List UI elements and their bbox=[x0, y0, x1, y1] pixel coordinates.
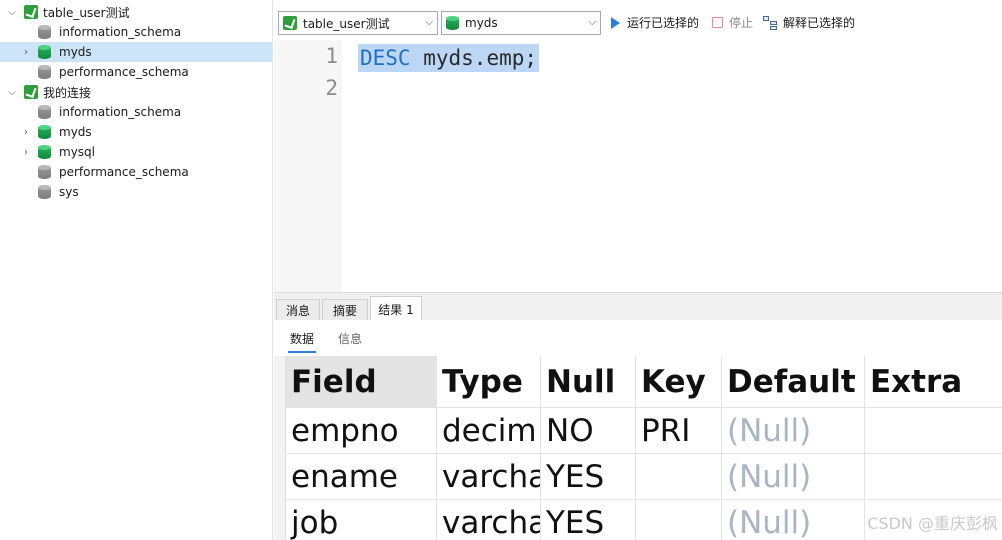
table-cell[interactable]: varcha bbox=[437, 454, 541, 500]
row-header-strip bbox=[274, 356, 286, 540]
sql-keyword: DESC bbox=[360, 46, 411, 70]
database-icon bbox=[38, 104, 51, 120]
result-sub-tabs: 数据 信息 bbox=[274, 320, 1002, 356]
database-icon bbox=[38, 24, 51, 40]
chevron-down-icon[interactable]: ⌵ bbox=[6, 86, 18, 98]
table-cell-null[interactable]: (Null) bbox=[722, 454, 865, 500]
chevron-down-icon[interactable]: ⌵ bbox=[6, 6, 18, 18]
tab-info[interactable]: 信息 bbox=[338, 330, 362, 347]
line-number: 1 bbox=[325, 44, 338, 68]
table-cell[interactable]: PRI bbox=[636, 408, 722, 454]
table-cell[interactable]: varcha bbox=[437, 500, 541, 540]
column-header-null[interactable]: Null bbox=[541, 356, 636, 408]
connection-select-value: table_user测试 bbox=[303, 16, 390, 31]
play-icon bbox=[611, 16, 620, 29]
table-cell[interactable]: NO bbox=[541, 408, 636, 454]
connection-icon bbox=[24, 85, 38, 99]
tree-connection-label: table_user测试 bbox=[43, 5, 130, 20]
explain-selected-label: 解释已选择的 bbox=[783, 16, 856, 30]
stop-label: 停止 bbox=[729, 16, 754, 30]
tree-db-sys[interactable]: sys bbox=[0, 182, 272, 202]
database-icon bbox=[38, 164, 51, 180]
table-cell[interactable]: ename bbox=[286, 454, 437, 500]
table-cell[interactable]: YES bbox=[541, 454, 636, 500]
tree-db-label: information_schema bbox=[59, 105, 182, 119]
database-icon bbox=[38, 44, 51, 60]
column-header-extra[interactable]: Extra bbox=[865, 356, 1002, 408]
table-cell-null[interactable]: (Null) bbox=[722, 500, 865, 540]
table-cell[interactable] bbox=[636, 454, 722, 500]
table-cell-null[interactable]: (Null) bbox=[722, 408, 865, 454]
tab-data[interactable]: 数据 bbox=[287, 330, 317, 353]
column-header-key[interactable]: Key bbox=[636, 356, 722, 408]
connection-tree[interactable]: ⌵ table_user测试 information_schema › myds… bbox=[0, 0, 273, 540]
sql-editor[interactable]: DESC myds.emp; bbox=[342, 40, 1002, 292]
tab-result-1[interactable]: 结果 1 bbox=[370, 296, 422, 321]
connection-icon bbox=[283, 16, 297, 30]
connection-icon bbox=[24, 5, 38, 19]
tree-db-information-schema[interactable]: information_schema bbox=[0, 22, 272, 42]
table-cell[interactable]: empno bbox=[286, 408, 437, 454]
explain-selected-button[interactable]: 解释已选择的 bbox=[763, 14, 855, 31]
chevron-right-icon[interactable]: › bbox=[20, 46, 32, 58]
tree-connection-my-connection[interactable]: ⌵ 我的连接 bbox=[0, 82, 272, 102]
stop-button[interactable]: 停止 bbox=[712, 14, 753, 31]
tree-db-label: sys bbox=[59, 185, 79, 199]
table-cell[interactable]: decim bbox=[437, 408, 541, 454]
chevron-right-icon[interactable]: › bbox=[20, 126, 32, 138]
tab-messages[interactable]: 消息 bbox=[276, 299, 320, 321]
tree-db-performance-schema[interactable]: performance_schema bbox=[0, 62, 272, 82]
tree-connection-table-user[interactable]: ⌵ table_user测试 bbox=[0, 2, 272, 22]
chevron-right-icon[interactable]: › bbox=[20, 146, 32, 158]
run-selected-label: 运行已选择的 bbox=[627, 16, 700, 30]
database-icon bbox=[38, 144, 51, 160]
query-toolbar: table_user测试 ⌵ myds ⌵ 运行已选择的 停止 解释已选择的 bbox=[274, 6, 1002, 40]
database-select[interactable]: myds ⌵ bbox=[441, 11, 601, 35]
watermark: CSDN @重庆彭枫 bbox=[867, 514, 998, 533]
tree-db-performance-schema-2[interactable]: performance_schema bbox=[0, 162, 272, 182]
tree-db-information-schema-2[interactable]: information_schema bbox=[0, 102, 272, 122]
column-header-field[interactable]: Field bbox=[286, 356, 437, 408]
connection-select[interactable]: table_user测试 ⌵ bbox=[278, 11, 438, 35]
explain-icon bbox=[763, 15, 778, 30]
sql-identifier: myds.emp; bbox=[423, 46, 538, 70]
line-number: 2 bbox=[325, 76, 338, 100]
database-icon bbox=[38, 64, 51, 80]
tree-db-label: information_schema bbox=[59, 25, 182, 39]
table-cell[interactable]: job bbox=[286, 500, 437, 540]
chevron-down-icon[interactable]: ⌵ bbox=[588, 17, 596, 28]
table-cell[interactable] bbox=[865, 408, 1002, 454]
result-tab-bar: 消息 摘要 结果 1 bbox=[274, 292, 1002, 321]
database-icon bbox=[38, 184, 51, 200]
database-icon bbox=[446, 15, 459, 31]
stop-icon bbox=[712, 17, 723, 28]
run-selected-button[interactable]: 运行已选择的 bbox=[611, 14, 699, 31]
tree-db-label: myds bbox=[59, 125, 92, 139]
tree-db-myds[interactable]: › myds bbox=[0, 42, 272, 62]
chevron-down-icon[interactable]: ⌵ bbox=[425, 17, 433, 28]
table-cell[interactable] bbox=[865, 454, 1002, 500]
editor-gutter: 1 2 bbox=[274, 40, 342, 292]
tree-db-label: performance_schema bbox=[59, 65, 189, 79]
table-cell[interactable]: YES bbox=[541, 500, 636, 540]
code-line[interactable]: DESC myds.emp; bbox=[358, 44, 540, 72]
column-header-default[interactable]: Default bbox=[722, 356, 865, 408]
table-cell[interactable] bbox=[636, 500, 722, 540]
tab-summary[interactable]: 摘要 bbox=[322, 299, 368, 321]
tree-db-label: mysql bbox=[59, 145, 95, 159]
database-icon bbox=[38, 124, 51, 140]
tree-db-label: performance_schema bbox=[59, 165, 189, 179]
tree-db-label: myds bbox=[59, 45, 92, 59]
database-select-value: myds bbox=[465, 16, 498, 30]
tree-connection-label: 我的连接 bbox=[43, 85, 92, 100]
column-header-type[interactable]: Type bbox=[437, 356, 541, 408]
tree-db-mysql[interactable]: › mysql bbox=[0, 142, 272, 162]
tree-db-myds-2[interactable]: › myds bbox=[0, 122, 272, 142]
